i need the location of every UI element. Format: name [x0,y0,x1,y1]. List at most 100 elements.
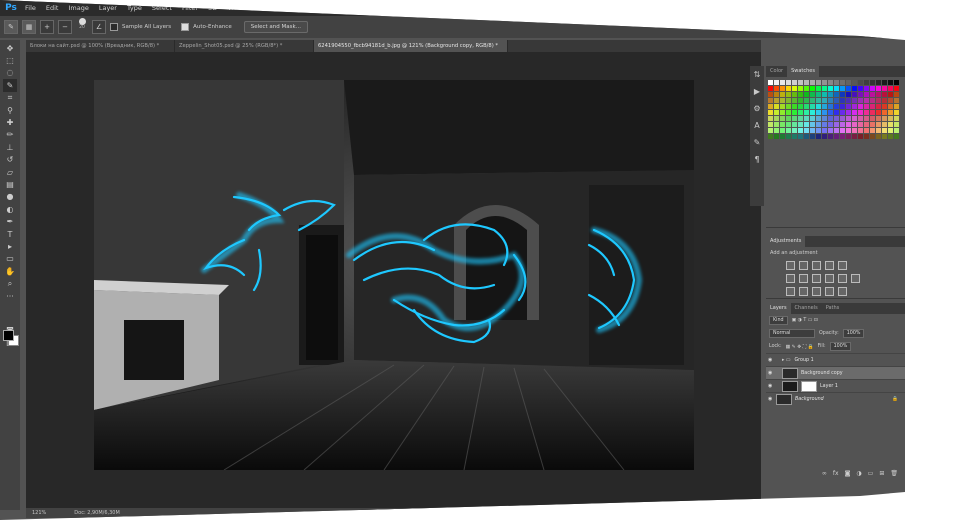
swatch[interactable] [863,109,870,116]
swatch[interactable] [827,121,834,128]
swatch[interactable] [779,91,786,98]
crop-icon[interactable]: ⌗ [3,92,17,104]
swatch[interactable] [815,97,822,104]
swatch[interactable] [851,115,858,122]
select-and-mask-button[interactable]: Select and Mask... [243,21,308,33]
swatch[interactable] [887,133,894,140]
swatch[interactable] [821,103,828,110]
brush-angle-button[interactable]: ∠ [92,20,106,34]
swatch[interactable] [768,115,774,122]
swatch[interactable] [773,103,780,110]
swatch[interactable] [839,121,846,128]
swatch[interactable] [863,133,870,140]
lock-icons[interactable]: ▦ ✎ ✥ ⛶ 🔒 [786,344,814,350]
swatch[interactable] [875,127,882,134]
paragraph-icon[interactable]: ¶ [754,155,759,164]
swatch[interactable] [869,115,876,122]
swatch[interactable] [821,127,828,134]
layer-row-background-copy[interactable]: ◉ Background copy [766,366,905,380]
swatch[interactable] [845,97,852,104]
swatch[interactable] [875,91,882,98]
swatch[interactable] [803,85,810,92]
dodge-icon[interactable]: ◐ [3,203,17,215]
swatch[interactable] [773,80,780,86]
tab-document-2[interactable]: Zeppelin_Shot05.psd @ 25% (RGB/8*) * [175,40,314,52]
swatch[interactable] [779,80,786,86]
menu-3d[interactable]: 3D [203,4,222,12]
swatch[interactable] [785,127,792,134]
color-lookup-icon[interactable] [851,274,860,284]
swatch[interactable] [773,127,780,134]
menu-help[interactable]: Help [283,4,308,12]
swatch[interactable] [809,85,816,92]
swatch[interactable] [839,133,846,140]
photo-filter-icon[interactable] [825,274,834,284]
swatch[interactable] [881,109,888,116]
swatch[interactable] [779,109,786,116]
swatch[interactable] [821,85,828,92]
swatch[interactable] [809,80,816,86]
type-icon[interactable]: T [3,228,17,240]
swatch[interactable] [863,80,870,86]
swatch[interactable] [893,115,900,122]
new-selection-button[interactable]: ▦ [22,20,36,34]
swatch[interactable] [887,85,894,92]
swatch[interactable] [785,115,792,122]
swatch[interactable] [881,85,888,92]
channel-mixer-icon[interactable] [838,274,847,284]
swatch[interactable] [833,80,840,86]
swatch[interactable] [797,115,804,122]
swatch[interactable] [827,91,834,98]
auto-enhance-checkbox[interactable] [181,23,190,31]
stamp-icon[interactable]: ⊥ [3,141,17,153]
history-brush-icon[interactable]: ↺ [3,154,17,166]
swatch[interactable] [869,80,876,86]
swatch[interactable] [815,127,822,134]
tab-document-3[interactable]: 6241904550_fbcb94181d_b.jpg @ 121% (Back… [314,40,508,52]
swatch[interactable] [833,85,840,92]
exposure-icon[interactable] [825,261,834,271]
swatch[interactable] [869,103,876,110]
swatch[interactable] [803,109,810,116]
swatch[interactable] [815,133,822,140]
swatch[interactable] [887,127,894,134]
swatch[interactable] [893,127,900,134]
path-selection-icon[interactable]: ▸ [3,240,17,252]
swatch[interactable] [881,115,888,122]
swatch[interactable] [869,127,876,134]
layer-kind-filter[interactable]: Kind [769,316,788,326]
swatch[interactable] [833,133,840,140]
swatch[interactable] [857,97,864,104]
adjustment-layer-icon[interactable]: ◑ [856,470,861,480]
swatch[interactable] [845,115,852,122]
swatch[interactable] [893,80,900,86]
quick-selection-icon[interactable]: ✎ [3,79,17,92]
swatch[interactable] [827,103,834,110]
swatch[interactable] [791,85,798,92]
swatch[interactable] [893,133,900,140]
swatch[interactable] [821,115,828,122]
swatch[interactable] [797,85,804,92]
swatch[interactable] [809,103,816,110]
brightness-icon[interactable] [786,261,795,271]
swatch[interactable] [857,121,864,128]
menu-select[interactable]: Select [147,4,177,12]
swatch[interactable] [768,133,774,140]
swatch[interactable] [833,127,840,134]
lasso-icon[interactable]: ◌ [3,67,17,79]
levels-icon[interactable] [799,261,808,271]
new-layer-icon[interactable]: ⊞ [879,470,884,480]
swatch[interactable] [821,133,828,140]
menu-edit[interactable]: Edit [41,4,64,12]
swatch[interactable] [815,80,822,86]
swatch[interactable] [785,80,792,86]
swatch[interactable] [768,85,774,92]
swatch[interactable] [875,97,882,104]
swatch[interactable] [857,91,864,98]
more-tools-icon[interactable]: ··· [3,290,17,302]
swatch[interactable] [845,127,852,134]
swatch[interactable] [809,127,816,134]
menu-view[interactable]: View [222,4,247,12]
swatch[interactable] [851,103,858,110]
swatch[interactable] [875,80,882,86]
